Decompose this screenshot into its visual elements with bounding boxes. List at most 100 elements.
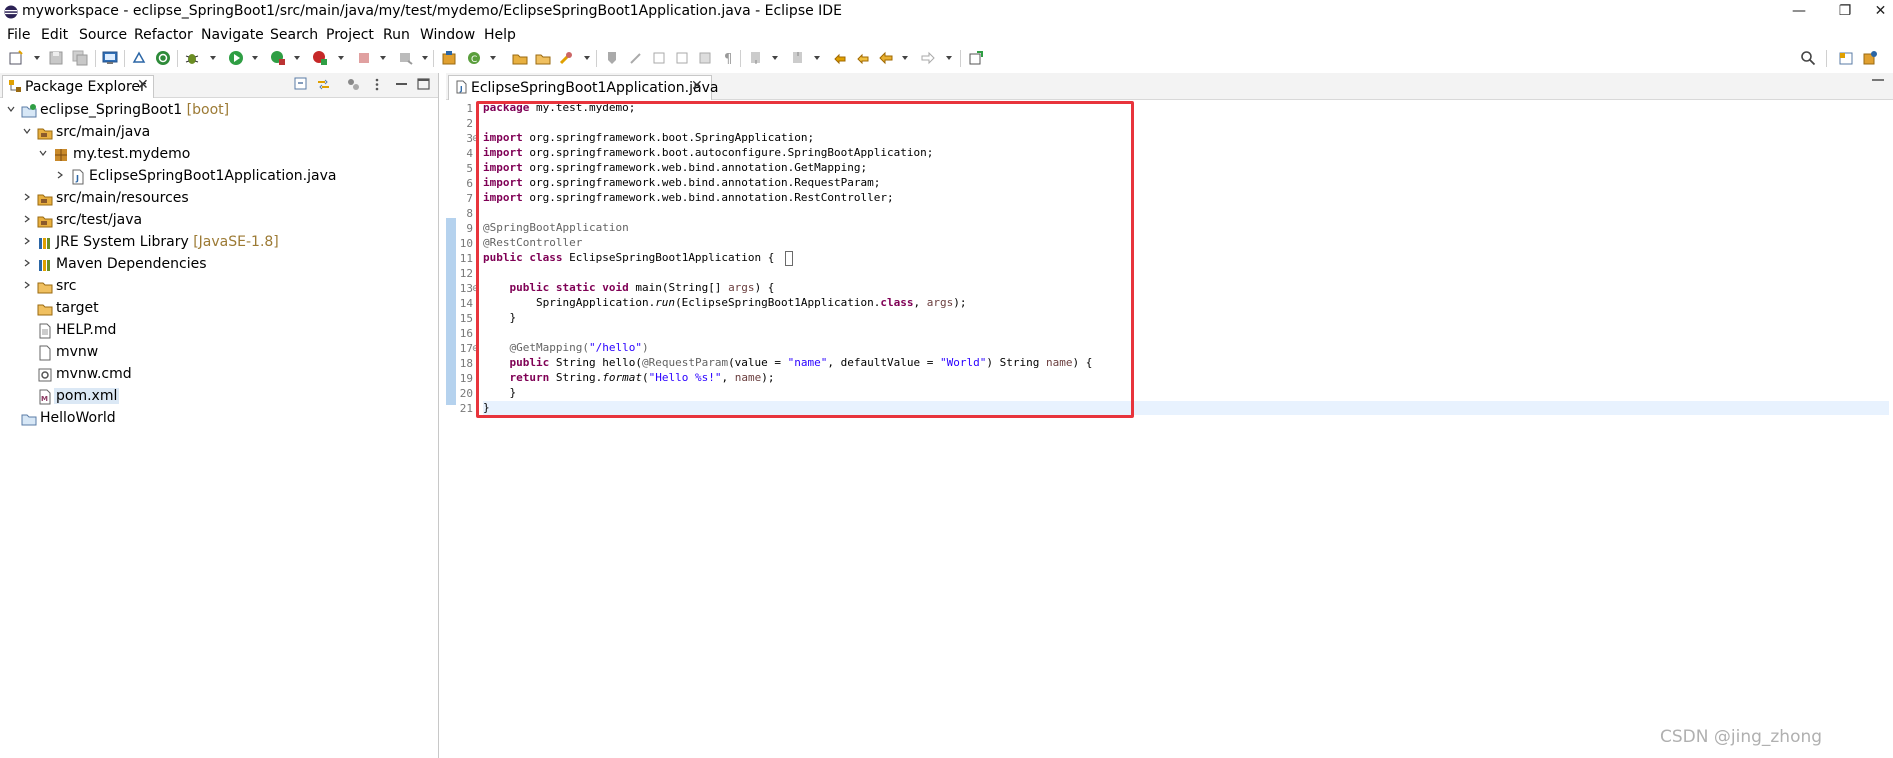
save-all-icon[interactable] <box>72 50 88 66</box>
coverage-icon[interactable] <box>312 50 328 66</box>
library-icon <box>39 260 50 271</box>
tree-item-label: my.test.mydemo <box>73 146 191 162</box>
tree-item-package[interactable]: my.test.mydemo <box>0 144 430 165</box>
tree-item-maven-dependencies[interactable]: Maven Dependencies <box>0 254 430 275</box>
toggle-mark-icon[interactable] <box>131 50 147 66</box>
new-icon[interactable] <box>8 50 24 66</box>
forward-arrow-icon <box>920 50 936 66</box>
chevron-right-icon[interactable] <box>56 171 64 179</box>
tree-item-help-md[interactable]: HELP.md <box>0 320 430 341</box>
line-number: 1 <box>466 102 473 115</box>
tree-item-label: HelloWorld <box>40 410 116 426</box>
menu-bar: File Edit Source Refactor Navigate Searc… <box>0 25 1893 46</box>
chevron-down-icon[interactable] <box>7 105 15 113</box>
text-file-icon <box>39 323 51 339</box>
close-package-explorer-icon[interactable]: ✕ <box>137 77 149 93</box>
tab-eclipse-springboot1-application[interactable]: J EclipseSpringBoot1Application.java ✕ <box>448 75 718 100</box>
next-edit-icon <box>748 50 764 66</box>
line-number: 8 <box>466 207 473 220</box>
menu-project[interactable]: Project <box>326 27 374 43</box>
prev-annotation-icon <box>674 50 690 66</box>
search-tool-icon[interactable] <box>558 50 574 66</box>
tree-item-jre-library[interactable]: JRE System Library [JavaSE-1.8] <box>0 232 430 253</box>
tree-item-project[interactable]: eclipse_SpringBoot1 [boot] <box>0 100 430 121</box>
svg-text:¶: ¶ <box>724 52 732 66</box>
chevron-right-icon[interactable] <box>23 193 31 201</box>
menu-help[interactable]: Help <box>484 27 516 43</box>
line-number: 15 <box>459 312 473 325</box>
source-folder-icon <box>37 194 53 206</box>
filters-icon[interactable] <box>346 77 361 92</box>
tree-item-mvnw[interactable]: mvnw <box>0 342 430 363</box>
menu-window[interactable]: Window <box>420 27 475 43</box>
title-bar: myworkspace - eclipse_SpringBoot1/src/ma… <box>0 0 1893 25</box>
tree-item-decoration: [JavaSE-1.8] <box>188 234 279 250</box>
chevron-right-icon[interactable] <box>23 237 31 245</box>
back-arrow-icon[interactable] <box>878 50 894 66</box>
tree-item-mvnw-cmd[interactable]: mvnw.cmd <box>0 364 430 385</box>
menu-source[interactable]: Source <box>79 27 127 43</box>
last-edit-location-icon[interactable] <box>832 50 848 66</box>
run-icon[interactable] <box>228 50 244 66</box>
stop-icon <box>356 50 372 66</box>
link-with-editor-icon[interactable] <box>316 77 331 92</box>
tree-item-src-main-resources[interactable]: src/main/resources <box>0 188 430 209</box>
tree-item-src[interactable]: src <box>0 276 430 297</box>
menu-edit[interactable]: Edit <box>41 27 68 43</box>
source-folder-icon <box>37 128 53 140</box>
show-whitespace-icon: ¶ <box>720 50 736 66</box>
restore-button[interactable]: ❐ <box>1822 0 1868 25</box>
chevron-right-icon[interactable] <box>23 215 31 223</box>
java-ee-perspective-icon[interactable] <box>1862 50 1878 66</box>
annotation-highlight-box <box>476 101 1134 418</box>
new-java-project-icon[interactable] <box>441 50 457 66</box>
minimize-button[interactable]: — <box>1776 0 1822 25</box>
tab-package-explorer-label: Package Explorer <box>25 79 146 95</box>
new-java-class-icon[interactable]: C <box>466 50 482 66</box>
close-window-button[interactable]: ✕ <box>1868 0 1893 25</box>
chevron-down-icon[interactable] <box>23 127 31 135</box>
menu-run[interactable]: Run <box>383 27 410 43</box>
collapse-all-icon[interactable] <box>294 77 309 92</box>
spring-boot-dashboard-icon[interactable] <box>155 50 171 66</box>
chevron-right-icon[interactable] <box>23 259 31 267</box>
menu-navigate[interactable]: Navigate <box>201 27 264 43</box>
minimize-view-icon[interactable] <box>394 77 409 92</box>
menu-refactor[interactable]: Refactor <box>134 27 193 43</box>
menu-search[interactable]: Search <box>270 27 318 43</box>
run-last-tool-icon[interactable] <box>270 50 286 66</box>
maximize-view-icon[interactable] <box>416 77 431 92</box>
open-perspective-icon[interactable] <box>1838 50 1854 66</box>
close-editor-icon[interactable]: ✕ <box>691 78 703 94</box>
pin-editor-icon[interactable] <box>968 50 984 66</box>
package-explorer-view: Package Explorer ✕ eclipse_SpringBoot1 [… <box>0 73 439 758</box>
tree-item-java-file[interactable]: J EclipseSpringBoot1Application.java <box>0 166 430 187</box>
tree-item-src-main-java[interactable]: src/main/java <box>0 122 430 143</box>
terminal-icon[interactable] <box>102 50 118 66</box>
menu-file[interactable]: File <box>7 27 30 43</box>
open-folder-icon[interactable] <box>535 50 551 66</box>
tree-item-target[interactable]: target <box>0 298 430 319</box>
chevron-right-icon[interactable] <box>23 281 31 289</box>
line-number: 21 <box>459 402 473 415</box>
pen-icon <box>628 50 644 66</box>
tree-item-label: src/main/java <box>56 124 151 140</box>
tree-item-label: pom.xml <box>56 388 118 404</box>
tab-package-explorer[interactable]: Package Explorer ✕ <box>2 75 154 98</box>
tree-item-src-test-java[interactable]: src/test/java <box>0 210 430 231</box>
tree-item-decoration: [boot] <box>182 102 230 118</box>
search-icon[interactable] <box>1800 50 1816 66</box>
save-icon[interactable] <box>48 50 64 66</box>
annotation-icon <box>604 50 620 66</box>
tree-item-helloworld[interactable]: HelloWorld <box>0 408 430 429</box>
open-type-icon[interactable] <box>512 50 528 66</box>
tree-item-pom-xml[interactable]: M pom.xml <box>0 386 430 407</box>
chevron-down-icon[interactable] <box>39 149 47 157</box>
forward-history-icon[interactable] <box>855 50 871 66</box>
minimize-editor-icon[interactable] <box>1872 79 1884 81</box>
line-number: 4 <box>466 147 473 160</box>
view-menu-icon[interactable] <box>370 77 385 92</box>
debug-icon[interactable] <box>184 50 200 66</box>
tree-item-label: EclipseSpringBoot1Application.java <box>89 168 337 184</box>
project-icon <box>21 104 37 118</box>
